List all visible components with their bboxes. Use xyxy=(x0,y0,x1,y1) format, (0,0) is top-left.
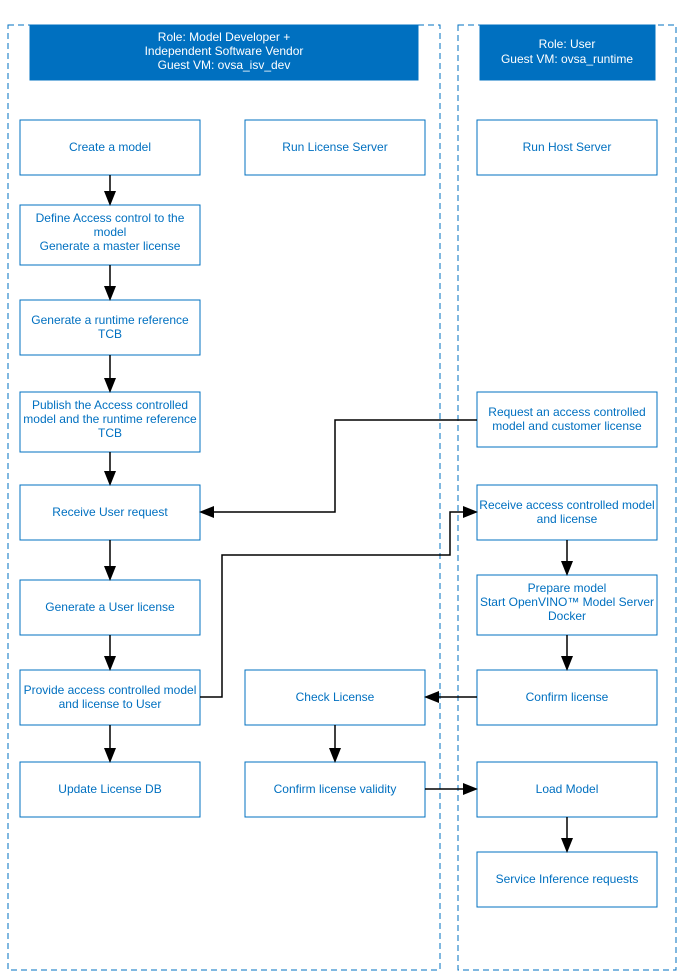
box-provide-model: Provide access controlled model and lice… xyxy=(20,670,200,725)
svg-text:Provide access controlled mode: Provide access controlled model xyxy=(24,683,197,697)
svg-text:Confirm license validity: Confirm license validity xyxy=(274,782,397,796)
box-generate-tcb: Generate a runtime reference TCB xyxy=(20,300,200,355)
box-service-inference: Service Inference requests xyxy=(477,852,657,907)
box-run-host-server: Run Host Server xyxy=(477,120,657,175)
svg-text:Prepare model: Prepare model xyxy=(528,581,607,595)
svg-text:Update License DB: Update License DB xyxy=(58,782,161,796)
box-check-license: Check License xyxy=(245,670,425,725)
right-lane-title2: Guest VM: ovsa_runtime xyxy=(501,52,633,66)
svg-text:Generate a runtime reference: Generate a runtime reference xyxy=(31,313,189,327)
svg-text:Request an access controlled: Request an access controlled xyxy=(488,405,645,419)
svg-text:Service Inference requests: Service Inference requests xyxy=(496,872,639,886)
left-lane-title3: Guest VM: ovsa_isv_dev xyxy=(158,58,291,72)
svg-text:and license: and license xyxy=(537,512,598,526)
svg-text:Run Host Server: Run Host Server xyxy=(523,140,612,154)
svg-text:Generate a User license: Generate a User license xyxy=(45,600,175,614)
box-request-ac-model: Request an access controlled model and c… xyxy=(477,392,657,447)
box-load-model: Load Model xyxy=(477,762,657,817)
svg-text:TCB: TCB xyxy=(98,426,122,440)
svg-text:Create a model: Create a model xyxy=(69,140,151,154)
box-prepare-model: Prepare model Start OpenVINO™ Model Serv… xyxy=(477,575,657,635)
svg-text:model and customer license: model and customer license xyxy=(492,419,642,433)
box-receive-ac-model: Receive access controlled model and lice… xyxy=(477,485,657,540)
svg-text:Run License Server: Run License Server xyxy=(282,140,387,154)
workflow-diagram: Role: Model Developer + Independent Soft… xyxy=(0,0,680,973)
svg-text:Docker: Docker xyxy=(548,609,586,623)
svg-text:Check License: Check License xyxy=(296,690,375,704)
box-confirm-license: Confirm license xyxy=(477,670,657,725)
box-run-license-server: Run License Server xyxy=(245,120,425,175)
svg-text:and license to User: and license to User xyxy=(59,697,162,711)
svg-text:Generate a master license: Generate a master license xyxy=(40,239,181,253)
right-lane-title1: Role: User xyxy=(539,37,596,51)
box-update-license-db: Update License DB xyxy=(20,762,200,817)
svg-text:Receive User request: Receive User request xyxy=(52,505,168,519)
svg-text:Load Model: Load Model xyxy=(536,782,599,796)
svg-text:model: model xyxy=(94,225,127,239)
box-receive-user-request: Receive User request xyxy=(20,485,200,540)
box-confirm-validity: Confirm license validity xyxy=(245,762,425,817)
svg-text:Confirm license: Confirm license xyxy=(526,690,609,704)
svg-text:TCB: TCB xyxy=(98,327,122,341)
box-generate-user-license: Generate a User license xyxy=(20,580,200,635)
left-lane-title2: Independent Software Vendor xyxy=(145,44,304,58)
svg-text:Publish the Access controlled: Publish the Access controlled xyxy=(32,398,188,412)
svg-text:Define Access control to the: Define Access control to the xyxy=(36,211,185,225)
box-publish: Publish the Access controlled model and … xyxy=(20,392,200,452)
svg-text:model and the runtime referenc: model and the runtime reference xyxy=(23,412,197,426)
box-define-access-control: Define Access control to the model Gener… xyxy=(20,205,200,265)
box-create-model: Create a model xyxy=(20,120,200,175)
svg-text:Receive access controlled mode: Receive access controlled model xyxy=(479,498,654,512)
svg-text:Start OpenVINO™ Model Server: Start OpenVINO™ Model Server xyxy=(480,595,654,609)
left-lane-title1: Role: Model Developer + xyxy=(158,30,290,44)
